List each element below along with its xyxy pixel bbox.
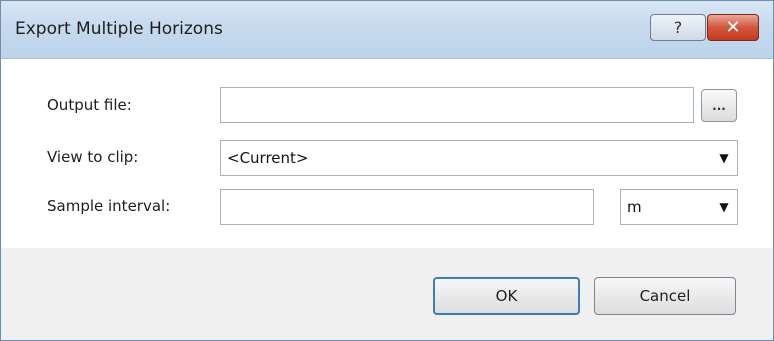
output-file-label: Output file: (47, 96, 132, 114)
close-button[interactable]: ✕ (707, 14, 759, 41)
sample-interval-label: Sample interval: (47, 197, 171, 215)
view-to-clip-label: View to clip: (47, 148, 139, 166)
close-icon: ✕ (725, 17, 741, 38)
view-to-clip-select[interactable]: <Current> ▼ (220, 140, 738, 176)
cancel-button[interactable]: Cancel (594, 277, 736, 315)
view-to-clip-value: <Current> (227, 149, 309, 167)
ellipsis-icon: ... (712, 98, 726, 113)
unit-select[interactable]: m ▼ (620, 189, 738, 225)
ok-button[interactable]: OK (433, 277, 580, 315)
title-bar: Export Multiple Horizons ? ✕ (1, 1, 773, 59)
browse-button[interactable]: ... (701, 89, 737, 122)
dialog-title: Export Multiple Horizons (15, 19, 223, 39)
export-multiple-horizons-dialog: Export Multiple Horizons ? ✕ Output file… (0, 0, 774, 341)
help-button[interactable]: ? (650, 14, 706, 41)
sample-interval-input[interactable] (220, 189, 594, 225)
unit-value: m (627, 198, 642, 216)
ok-button-label: OK (495, 287, 518, 305)
chevron-down-icon: ▼ (719, 151, 729, 165)
cancel-button-label: Cancel (639, 287, 691, 305)
output-file-input[interactable] (220, 87, 694, 123)
chevron-down-icon: ▼ (719, 200, 729, 214)
help-icon: ? (673, 18, 683, 37)
